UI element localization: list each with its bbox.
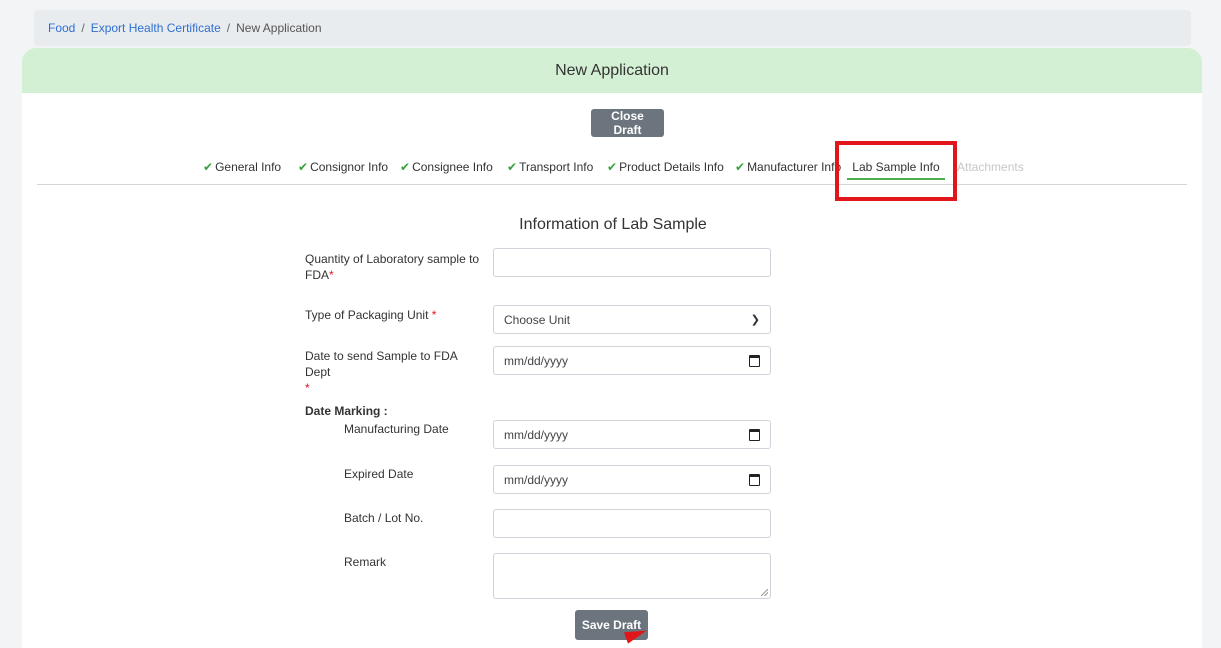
- section-title: Information of Lab Sample: [519, 216, 707, 233]
- quantity-label: Quantity of Laboratory sample to FDA*: [305, 251, 485, 283]
- tab-label: Consignee Info: [412, 159, 493, 174]
- chevron-down-icon: ❯: [750, 314, 760, 326]
- tabs-divider: [37, 184, 1187, 185]
- packaging-label-text: Type of Packaging Unit: [305, 308, 429, 322]
- tab-attachments: Attachments: [957, 152, 1024, 181]
- quantity-label-line1: Quantity of Laboratory sample to: [305, 252, 480, 266]
- breadcrumb-separator: /: [81, 21, 85, 35]
- close-draft-button[interactable]: Close Draft: [591, 109, 664, 137]
- manufacturing-date-label: Manufacturing Date: [344, 422, 449, 436]
- quantity-input[interactable]: [493, 248, 771, 277]
- breadcrumb-separator: /: [226, 21, 231, 35]
- tab-bar: ✔ General Info ✔ Consignor Info ✔ Consig…: [22, 152, 1202, 182]
- card-header: New Application: [22, 48, 1202, 93]
- expired-date-input[interactable]: mm/dd/yyyy: [493, 465, 771, 494]
- check-icon: ✔: [203, 159, 214, 174]
- breadcrumb-export-health-certificate-link[interactable]: Export Health Certificate: [91, 21, 221, 35]
- tab-lab-sample-info[interactable]: Lab Sample Info: [847, 152, 945, 181]
- check-icon: ✔: [298, 159, 309, 174]
- batch-lot-label: Batch / Lot No.: [344, 511, 424, 525]
- remark-label: Remark: [344, 555, 387, 569]
- packaging-selected-value: Choose Unit: [504, 312, 571, 327]
- tab-label: Lab Sample Info: [852, 159, 940, 174]
- quantity-label-line2: FDA: [305, 268, 329, 282]
- check-icon: ✔: [400, 159, 411, 174]
- tab-consignee-info[interactable]: ✔ Consignee Info: [400, 152, 493, 181]
- packaging-label: Type of Packaging Unit *: [305, 307, 436, 323]
- tab-label: Attachments: [957, 159, 1024, 174]
- tab-product-details-info[interactable]: ✔ Product Details Info: [607, 152, 724, 181]
- check-icon: ✔: [735, 159, 746, 174]
- tab-general-info[interactable]: ✔ General Info: [203, 152, 281, 181]
- tab-label: Transport Info: [519, 159, 594, 174]
- calendar-icon[interactable]: [749, 354, 760, 367]
- required-marker: *: [431, 308, 437, 322]
- breadcrumb: Food / Export Health Certificate / New A…: [34, 10, 1191, 46]
- batch-lot-input[interactable]: [493, 509, 771, 538]
- expired-date-label: Expired Date: [344, 467, 414, 481]
- tab-label: Manufacturer Info: [747, 159, 842, 174]
- date-marking-heading: Date Marking :: [305, 404, 388, 418]
- send-date-value: mm/dd/yyyy: [504, 353, 569, 368]
- tab-label: Consignor Info: [310, 159, 389, 174]
- tab-manufacturer-info[interactable]: ✔ Manufacturer Info: [735, 152, 841, 181]
- manufacturing-date-input[interactable]: mm/dd/yyyy: [493, 420, 771, 449]
- tab-label: Product Details Info: [619, 159, 724, 174]
- send-date-label-text: Date to send Sample to FDA Dept: [305, 349, 458, 379]
- application-card: New Application Close Draft ✔ General In…: [22, 48, 1202, 648]
- required-marker: *: [305, 381, 310, 395]
- breadcrumb-current: New Application: [236, 21, 322, 35]
- breadcrumb-food-link[interactable]: Food: [48, 21, 75, 35]
- send-date-input[interactable]: mm/dd/yyyy: [493, 346, 771, 375]
- expired-date-value: mm/dd/yyyy: [504, 472, 569, 487]
- manufacturing-date-value: mm/dd/yyyy: [504, 427, 569, 442]
- packaging-unit-select[interactable]: Choose Unit ❯: [493, 305, 771, 334]
- calendar-icon[interactable]: [749, 473, 760, 486]
- tab-consignor-info[interactable]: ✔ Consignor Info: [298, 152, 388, 181]
- resize-handle-icon[interactable]: [761, 589, 768, 596]
- check-icon: ✔: [507, 159, 518, 174]
- remark-textarea[interactable]: [493, 553, 771, 599]
- check-icon: ✔: [607, 159, 618, 174]
- required-marker: *: [329, 268, 334, 282]
- tab-transport-info[interactable]: ✔ Transport Info: [507, 152, 593, 181]
- tab-label: General Info: [215, 159, 282, 174]
- send-date-label: Date to send Sample to FDA Dept *: [305, 348, 485, 396]
- calendar-icon[interactable]: [749, 428, 760, 441]
- page-title: New Application: [555, 61, 669, 79]
